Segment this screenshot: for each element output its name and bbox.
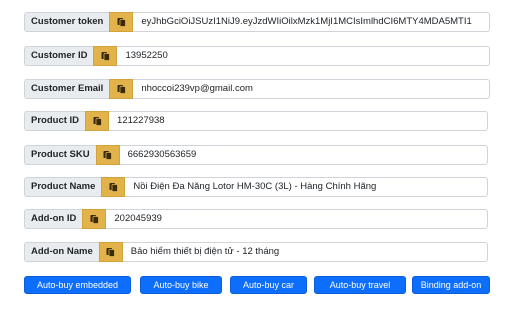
clipboard-icon [117,85,126,94]
copy-product-sku-button[interactable] [95,145,120,165]
customer-email-label: Customer Email [24,79,110,99]
auto-buy-bike-button[interactable]: Auto-buy bike [140,276,222,294]
product-id-value: 121227938 [109,111,488,131]
addon-name-row: Add-on Name Bảo hiểm thiết bị điện tử - … [24,242,488,262]
product-name-row: Product Name Nồi Điện Đa Năng Lotor HM-3… [24,177,488,197]
customer-email-value: nhoccoi239vp@gmail.com [133,79,490,99]
action-buttons: Auto-buy embedded Auto-buy bike Auto-buy… [24,276,490,294]
page: Customer token eyJhbGciOiJSUzI1NiJ9.eyJz… [0,0,512,320]
product-id-label: Product ID [24,111,86,131]
copy-product-name-button[interactable] [101,177,126,197]
clipboard-icon [101,52,110,61]
customer-id-value: 13952250 [117,46,490,66]
copy-addon-name-button[interactable] [98,242,123,262]
binding-addon-button[interactable]: Binding add-on [412,276,490,294]
addon-id-value: 202045939 [106,209,488,229]
auto-buy-embedded-button[interactable]: Auto-buy embedded [24,276,131,294]
customer-token-value: eyJhbGciOiJSUzI1NiJ9.eyJzdWIiOilxMzk1MjI… [133,12,490,32]
addon-id-row: Add-on ID 202045939 [24,209,488,229]
product-sku-row: Product SKU 6662930563659 [24,145,488,165]
product-name-label: Product Name [24,177,102,197]
customer-id-label: Customer ID [24,46,94,66]
product-id-row: Product ID 121227938 [24,111,488,131]
customer-email-row: Customer Email nhoccoi239vp@gmail.com [24,79,490,99]
clipboard-icon [109,183,118,192]
clipboard-icon [90,215,99,224]
addon-name-value: Bảo hiểm thiết bị điện tử - 12 tháng [122,242,488,262]
copy-customer-id-button[interactable] [93,46,118,66]
copy-addon-id-button[interactable] [82,209,107,229]
clipboard-icon [106,248,116,257]
customer-token-row: Customer token eyJhbGciOiJSUzI1NiJ9.eyJz… [24,12,490,32]
addon-id-label: Add-on ID [24,209,83,229]
clipboard-icon [117,18,126,27]
addon-name-label: Add-on Name [24,242,99,262]
clipboard-icon [93,117,102,126]
copy-product-id-button[interactable] [85,111,110,131]
copy-customer-token-button[interactable] [109,12,134,32]
clipboard-icon [103,151,112,160]
auto-buy-car-button[interactable]: Auto-buy car [230,276,307,294]
product-sku-label: Product SKU [24,145,96,165]
customer-id-row: Customer ID 13952250 [24,46,490,66]
auto-buy-travel-button[interactable]: Auto-buy travel [314,276,406,294]
customer-token-label: Customer token [24,12,110,32]
product-name-value: Nồi Điện Đa Năng Lotor HM-30C (3L) - Hàn… [125,177,488,197]
copy-customer-email-button[interactable] [109,79,134,99]
product-sku-value: 6662930563659 [119,145,488,165]
